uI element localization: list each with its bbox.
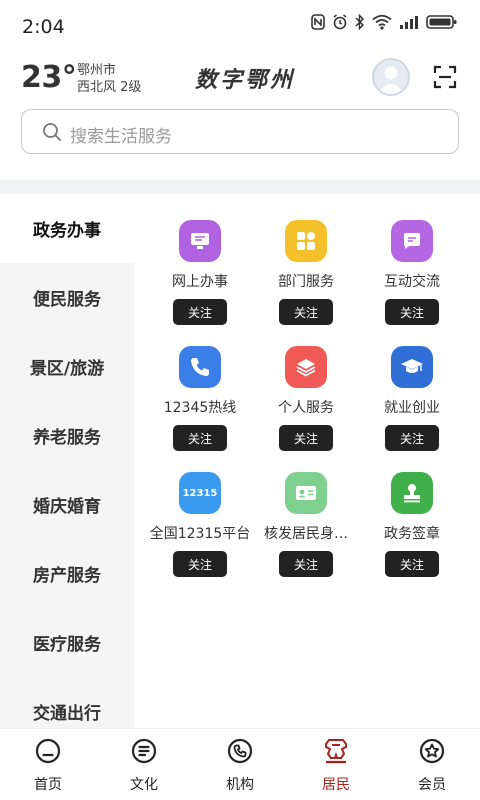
grid-apps-icon: [285, 220, 327, 262]
scan-button[interactable]: [433, 65, 457, 93]
weather-info: 鄂州市 西北风 2级: [77, 62, 141, 96]
monitor-icon: [179, 220, 221, 262]
avatar[interactable]: [372, 58, 410, 96]
battery-icon: [426, 15, 457, 29]
sidebar-item[interactable]: 交通出行: [0, 677, 134, 728]
alarm-icon: [333, 14, 347, 30]
tab-label: 首页: [34, 777, 62, 793]
user-avatar-icon: [378, 66, 404, 94]
service-label: 网上办事: [172, 274, 228, 290]
phone-circle-icon: [226, 737, 254, 765]
follow-button[interactable]: 关注: [385, 551, 439, 577]
search-box[interactable]: 搜索生活服务: [21, 109, 459, 154]
tab-item[interactable]: 会员: [384, 729, 480, 800]
tab-item[interactable]: 居民: [288, 729, 384, 800]
service-label: 核发居民身…: [264, 526, 348, 542]
signal-icon: [400, 16, 418, 29]
service-tile[interactable]: 网上办事 关注: [140, 194, 260, 325]
sidebar-item[interactable]: 房产服务: [0, 539, 134, 608]
scan-icon: [433, 65, 457, 89]
status-icons: [311, 14, 458, 30]
icon-badge-text: 12315: [182, 487, 218, 499]
stamp-icon: [391, 472, 433, 514]
residents-icon: [322, 737, 350, 765]
service-label: 就业创业: [384, 400, 440, 416]
tab-item[interactable]: 首页: [0, 729, 96, 800]
service-tile[interactable]: 核发居民身… 关注: [246, 446, 366, 577]
service-tile[interactable]: 个人服务 关注: [246, 320, 366, 451]
tab-item[interactable]: 文化: [96, 729, 192, 800]
chat-icon: [391, 220, 433, 262]
service-label: 个人服务: [278, 400, 334, 416]
nfc-icon: [311, 14, 325, 30]
service-label: 全国12315平台: [149, 526, 251, 542]
service-label: 部门服务: [278, 274, 334, 290]
home-icon: [34, 737, 62, 765]
document-icon: [130, 737, 158, 765]
service-label: 政务签章: [384, 526, 440, 542]
temperature: 23°: [21, 60, 77, 95]
member-star-icon: [418, 737, 446, 765]
service-label: 互动交流: [384, 274, 440, 290]
id-card-icon: [285, 472, 327, 514]
city-name: 鄂州市: [77, 63, 117, 78]
tab-label: 会员: [418, 777, 446, 793]
service-tile[interactable]: 就业创业 关注: [352, 320, 472, 451]
section-divider: [0, 180, 480, 194]
service-tile[interactable]: 12315 全国12315平台关注: [140, 446, 260, 577]
bottom-tab-bar: 首页 文化 机构 居民 会员: [0, 728, 480, 800]
layers-icon: [285, 346, 327, 388]
tab-label: 机构: [226, 777, 254, 793]
sidebar-item[interactable]: 政务办事: [0, 194, 134, 263]
wind-info: 西北风 2级: [77, 80, 142, 95]
category-sidebar: 政务办事 便民服务 景区/旅游 养老服务 婚庆婚育 房产服务 医疗服务 交通出行: [0, 194, 134, 728]
sidebar-item[interactable]: 医疗服务: [0, 608, 134, 677]
tab-label: 文化: [130, 777, 158, 793]
follow-button[interactable]: 关注: [173, 551, 227, 577]
follow-button[interactable]: 关注: [279, 551, 333, 577]
search-icon: [43, 123, 61, 141]
sidebar-item[interactable]: 婚庆婚育: [0, 470, 134, 539]
service-tile[interactable]: 政务签章 关注: [352, 446, 472, 577]
badge-12315-icon: 12315: [179, 472, 221, 514]
wifi-icon: [372, 14, 392, 30]
service-grid: 网上办事 关注 部门服务 关注 互动交流 关注 12345热线 关注 个人服务 关注 就业创业 关注 1…: [134, 194, 480, 728]
sidebar-item[interactable]: 便民服务: [0, 263, 134, 332]
status-bar: 2:04: [0, 0, 480, 56]
service-tile[interactable]: 部门服务 关注: [246, 194, 366, 325]
service-tile[interactable]: 12345热线 关注: [140, 320, 260, 451]
service-label: 12345热线: [163, 400, 237, 416]
sidebar-item[interactable]: 景区/旅游: [0, 332, 134, 401]
phone-icon: [179, 346, 221, 388]
tab-item[interactable]: 机构: [192, 729, 288, 800]
graduation-cap-icon: [391, 346, 433, 388]
app-logo: 数字鄂州: [195, 67, 296, 93]
tab-label: 居民: [322, 777, 350, 793]
sidebar-item[interactable]: 养老服务: [0, 401, 134, 470]
bluetooth-icon: [355, 14, 365, 30]
search-placeholder: 搜索生活服务: [70, 127, 172, 147]
service-tile[interactable]: 互动交流 关注: [352, 194, 472, 325]
status-time: 2:04: [22, 16, 65, 38]
